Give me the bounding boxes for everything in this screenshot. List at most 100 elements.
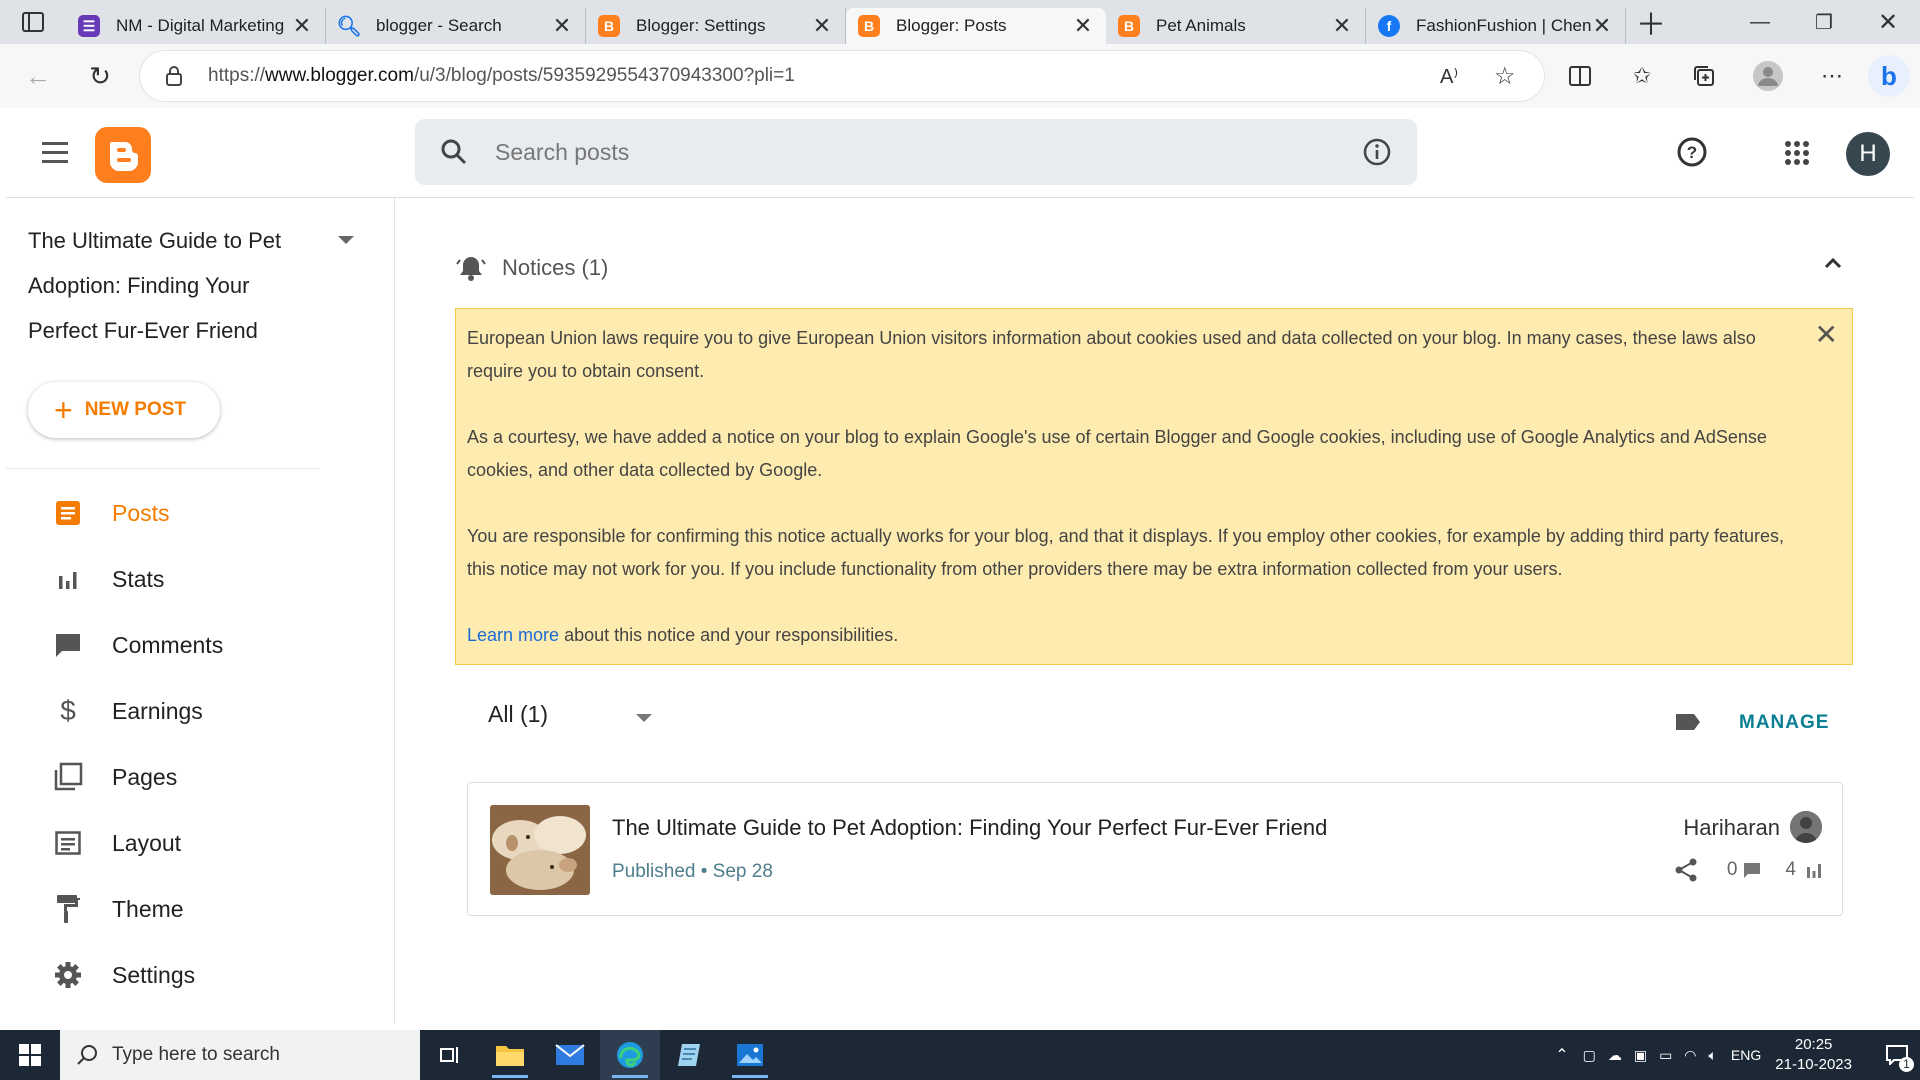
post-thumbnail bbox=[490, 805, 590, 895]
notepad-icon bbox=[678, 1044, 700, 1066]
close-notice-icon[interactable]: ✕ bbox=[1815, 321, 1838, 349]
comments-icon bbox=[50, 627, 86, 663]
blogger-favicon-icon: B bbox=[1118, 15, 1140, 37]
browser-tab-active[interactable]: B Blogger: Posts ✕ bbox=[846, 8, 1106, 44]
label-tag-icon[interactable] bbox=[1674, 712, 1702, 737]
folder-icon bbox=[496, 1046, 524, 1066]
notices-header[interactable]: Notices (1) bbox=[456, 250, 608, 286]
restore-button[interactable]: ❐ bbox=[1792, 0, 1856, 44]
tab-actions-button[interactable] bbox=[0, 0, 66, 44]
apps-grid-icon[interactable] bbox=[1784, 140, 1810, 166]
bing-copilot-icon[interactable]: b bbox=[1868, 55, 1910, 97]
blogger-favicon-icon: B bbox=[858, 15, 880, 37]
wifi-icon[interactable]: ◠ bbox=[1684, 1047, 1696, 1064]
blogger-favicon-icon: B bbox=[598, 15, 620, 37]
profile-icon[interactable] bbox=[1748, 56, 1788, 96]
help-icon[interactable]: ? bbox=[1676, 136, 1708, 168]
blog-dropdown-caret-icon[interactable] bbox=[338, 236, 354, 244]
photos-app-button[interactable] bbox=[720, 1030, 780, 1080]
reload-button[interactable]: ↻ bbox=[80, 56, 120, 96]
post-list-item[interactable]: The Ultimate Guide to Pet Adoption: Find… bbox=[467, 782, 1843, 916]
sidebar-item-stats[interactable]: Stats bbox=[50, 556, 350, 602]
info-icon[interactable] bbox=[1363, 138, 1391, 166]
sidebar-item-label: Stats bbox=[112, 565, 165, 592]
tab-close-icon[interactable]: ✕ bbox=[1591, 13, 1613, 39]
blogger-logo-icon[interactable] bbox=[95, 127, 151, 183]
notice-learn-more-line: Learn more about this notice and your re… bbox=[467, 619, 1796, 652]
tab-close-icon[interactable]: ✕ bbox=[1331, 13, 1353, 39]
tab-close-icon[interactable]: ✕ bbox=[1072, 13, 1094, 39]
tab-label: NM - Digital Marketing bbox=[116, 16, 285, 35]
sidebar-item-posts[interactable]: Posts bbox=[50, 490, 350, 536]
filter-dropdown-caret-icon[interactable] bbox=[636, 714, 652, 722]
blog-selector[interactable]: The Ultimate Guide to Pet Adoption: Find… bbox=[28, 218, 288, 353]
sidebar-item-layout[interactable]: Layout bbox=[50, 820, 350, 866]
favorite-star-icon[interactable]: ☆ bbox=[1494, 62, 1516, 91]
battery-icon[interactable]: ▭ bbox=[1659, 1047, 1672, 1064]
language-indicator[interactable]: ENG bbox=[1731, 1047, 1761, 1063]
read-aloud-icon[interactable]: A⁾ bbox=[1440, 64, 1458, 89]
view-count: 4 bbox=[1785, 859, 1796, 880]
svg-text:?: ? bbox=[1687, 143, 1697, 162]
browser-tab[interactable]: f FashionFushion | Chenn ✕ bbox=[1366, 8, 1626, 44]
chevron-up-icon[interactable]: ⌃ bbox=[1555, 1045, 1568, 1065]
mail-button[interactable] bbox=[540, 1030, 600, 1080]
cloud-sync-icon[interactable]: ☁ bbox=[1608, 1047, 1622, 1064]
task-view-button[interactable] bbox=[420, 1030, 480, 1080]
tab-close-icon[interactable]: ✕ bbox=[811, 13, 833, 39]
clock[interactable]: 20:25 21-10-2023 bbox=[1775, 1035, 1852, 1075]
tab-label: Blogger: Posts bbox=[896, 16, 1007, 35]
post-author-name: Hariharan bbox=[1683, 815, 1780, 840]
split-screen-icon[interactable] bbox=[1560, 56, 1600, 96]
learn-more-link[interactable]: Learn more bbox=[467, 625, 559, 645]
main-menu-icon[interactable] bbox=[42, 142, 68, 169]
taskbar-search-box[interactable]: Type here to search bbox=[60, 1030, 420, 1080]
account-avatar[interactable]: H bbox=[1846, 132, 1890, 176]
sidebar-item-label: Comments bbox=[112, 631, 224, 658]
share-icon[interactable] bbox=[1673, 857, 1699, 883]
post-filter-dropdown[interactable]: All (1) bbox=[488, 701, 548, 728]
close-window-button[interactable]: ✕ bbox=[1856, 0, 1920, 44]
browser-tab[interactable]: 🔍︎ blogger - Search ✕ bbox=[326, 8, 586, 44]
new-tab-button[interactable]: ＋ bbox=[1626, 0, 1676, 44]
address-bar-row: ← ↻ https://www.blogger.com/u/3/blog/pos… bbox=[0, 44, 1920, 108]
file-explorer-button[interactable] bbox=[480, 1030, 540, 1080]
notification-center-button[interactable]: 1 bbox=[1874, 1030, 1920, 1080]
facebook-favicon-icon: f bbox=[1378, 15, 1400, 37]
sidebar-item-label: Settings bbox=[112, 961, 196, 988]
favorites-icon[interactable]: ✩ bbox=[1622, 56, 1662, 96]
start-button[interactable] bbox=[0, 1030, 60, 1080]
layout-icon bbox=[50, 825, 86, 861]
browser-tab[interactable]: B Blogger: Settings ✕ bbox=[586, 8, 846, 44]
back-button[interactable]: ← bbox=[18, 56, 58, 96]
minimize-button[interactable]: — bbox=[1728, 0, 1792, 44]
browser-tab[interactable]: ☰ NM - Digital Marketing ✕ bbox=[66, 8, 326, 44]
sidebar-item-theme[interactable]: Theme bbox=[50, 886, 350, 932]
sidebar-item-comments[interactable]: Comments bbox=[50, 622, 350, 668]
sidebar-item-settings[interactable]: Settings bbox=[50, 952, 350, 998]
edge-browser-button[interactable] bbox=[600, 1030, 660, 1080]
windows-logo-icon bbox=[19, 1044, 41, 1066]
sidebar-item-label: Theme bbox=[112, 895, 184, 922]
browser-tab[interactable]: B Pet Animals ✕ bbox=[1106, 8, 1366, 44]
sidebar-item-pages[interactable]: Pages bbox=[50, 754, 350, 800]
tab-close-icon[interactable]: ✕ bbox=[551, 13, 573, 39]
meet-now-icon[interactable]: ▢ bbox=[1583, 1047, 1596, 1064]
display-icon[interactable]: ▣ bbox=[1634, 1047, 1647, 1064]
settings-more-icon[interactable]: ⋯ bbox=[1812, 56, 1852, 96]
avatar-letter: H bbox=[1859, 140, 1877, 167]
bell-icon bbox=[456, 257, 486, 281]
address-bar[interactable]: https://www.blogger.com/u/3/blog/posts/5… bbox=[140, 51, 1544, 101]
sidebar-item-earnings[interactable]: $ Earnings bbox=[50, 688, 350, 734]
new-post-button[interactable]: + NEW POST bbox=[28, 382, 220, 438]
collections-icon[interactable] bbox=[1684, 56, 1724, 96]
tab-label: Blogger: Settings bbox=[636, 16, 766, 35]
volume-icon[interactable]: 🔈︎ bbox=[1709, 1047, 1717, 1064]
search-input[interactable] bbox=[495, 119, 1295, 185]
taskbar-search-placeholder: Type here to search bbox=[112, 1044, 280, 1065]
manage-labels-button[interactable]: MANAGE bbox=[1739, 712, 1829, 734]
post-title-link[interactable]: The Ultimate Guide to Pet Adoption: Find… bbox=[612, 815, 1327, 841]
collapse-chevron-up-icon[interactable] bbox=[1824, 256, 1842, 274]
tab-close-icon[interactable]: ✕ bbox=[291, 13, 313, 39]
notepad-app-button[interactable] bbox=[660, 1030, 720, 1080]
